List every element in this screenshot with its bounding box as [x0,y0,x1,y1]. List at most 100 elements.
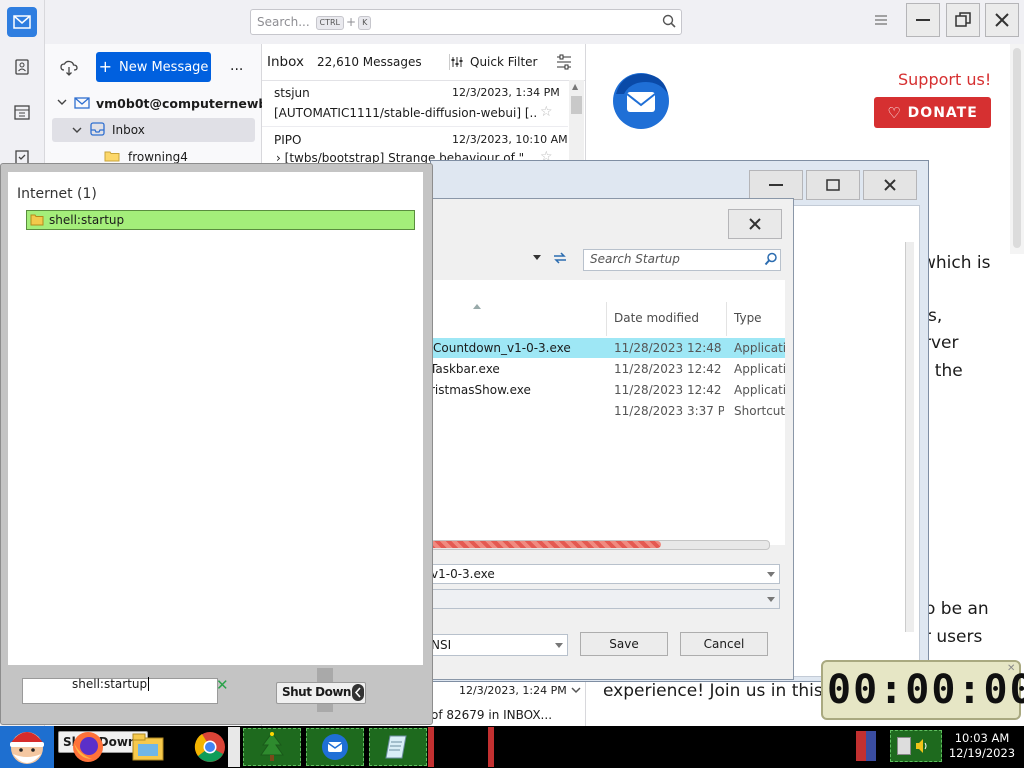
chevron-down-icon[interactable] [72,126,82,134]
calendar-icon[interactable] [7,97,37,127]
close-button[interactable] [985,3,1019,37]
search-icon[interactable] [764,252,778,266]
inbox-folder[interactable]: Inbox [52,118,255,142]
shutdown-arrow-icon[interactable] [352,684,364,701]
subfolder-label[interactable]: frowning4 [128,150,188,164]
heart-icon: ♡ [887,103,902,122]
start-button[interactable] [0,726,54,768]
column-header-date[interactable]: Date modified [614,311,699,325]
progress-bar-fill [430,541,661,548]
run-command-input[interactable]: shell:startup [22,677,218,704]
file-name: Countdown_v1-0-3.exe [433,341,571,355]
file-row[interactable]: 11/28/2023 3:37 PM Shortcut [430,401,785,421]
taskbar-marker [488,727,494,767]
refresh-icon[interactable] [552,251,568,265]
restore-button[interactable] [946,3,980,37]
taskbar-separator [228,727,240,767]
notepad-taskbar-app[interactable] [369,728,427,766]
minimize-button[interactable] [906,3,940,37]
file-type: Shortcut [734,404,785,418]
shutdown-button[interactable]: Shut Down [276,682,366,704]
christmas-tree-app[interactable] [243,728,301,766]
body-text-fragment: o be an [925,599,989,619]
close-icon[interactable]: ✕ [1007,663,1015,674]
dialog-close-button[interactable] [728,209,782,239]
scroll-thumb[interactable] [1013,48,1021,248]
run-result-item[interactable]: shell:startup [26,210,415,230]
ctrl-key-hint: CTRL [315,15,344,30]
scroll-thumb[interactable] [571,96,582,114]
search-placeholder: Search... CTRL + K [257,15,373,30]
maximize-button[interactable] [806,170,860,200]
volume-icon[interactable] [915,737,929,755]
file-name-value: v1-0-3.exe [431,567,495,581]
message-count: 22,610 Messages [317,55,422,69]
file-date: 11/28/2023 12:48 ... [614,341,724,355]
folder-title: Inbox [267,54,304,70]
save-button[interactable]: Save [580,632,668,656]
quick-filter-button[interactable]: Quick Filter [470,55,537,69]
chevron-down-icon[interactable] [57,98,67,106]
folder-pane-menu-button[interactable]: ... [230,58,243,74]
file-name-input[interactable]: v1-0-3.exe [430,564,780,584]
folder-icon [30,213,44,226]
app-menu-icon[interactable] [874,14,888,26]
mail-space-icon[interactable] [7,7,37,37]
donate-button[interactable]: ♡ DONATE [874,97,991,128]
address-book-icon[interactable] [7,52,37,82]
chevron-down-icon[interactable] [555,643,563,648]
file-row[interactable]: Taskbar.exe 11/28/2023 12:42 ... Applica… [430,359,785,379]
minimize-button[interactable] [749,170,803,200]
body-text-fragment: , the [924,361,963,381]
get-messages-icon[interactable] [60,60,78,76]
star-icon[interactable]: ☆ [540,104,553,120]
close-button[interactable] [863,170,917,200]
new-message-button[interactable]: + New Message [96,52,211,82]
thread-row[interactable]: stsjun 12/3/2023, 1:34 PM [AUTOMATIC1111… [262,80,568,127]
support-heading: Support us! [898,70,992,89]
encoding-value: NSI [431,638,452,652]
chevron-down-icon[interactable] [767,597,775,602]
inbox-icon [90,122,105,136]
file-row[interactable]: Countdown_v1-0-3.exe 11/28/2023 12:48 ..… [430,338,785,358]
column-header-type[interactable]: Type [734,311,762,325]
thread-options-icon[interactable] [556,54,572,70]
file-row[interactable]: ristmasShow.exe 11/28/2023 12:42 ... App… [430,380,785,400]
global-search-input[interactable]: Search... CTRL + K [250,9,682,35]
account-name[interactable]: vm0b0t@computernewb... [96,96,282,111]
scroll-down-icon[interactable] [571,686,581,694]
file-name: Taskbar.exe [430,362,500,376]
network-icon[interactable] [897,737,911,755]
thread-sender: stsjun [274,86,310,100]
thread-date: 12/3/2023, 10:10 AM [452,133,568,146]
santa-icon [10,732,44,764]
chrome-icon[interactable] [192,729,228,765]
thread-scrollbar[interactable]: ▲ [569,80,584,170]
dialog-scrollbar[interactable] [905,242,914,632]
thread-date: 12/3/2023, 1:24 PM [459,684,567,697]
countdown-widget[interactable]: 00:00:00 ✕ [821,660,1024,720]
sort-arrow-icon [473,304,481,309]
firefox-icon[interactable] [70,729,106,765]
chevron-down-icon[interactable] [767,572,775,577]
encoding-select[interactable]: NSI [430,634,568,656]
tray-flag-icon[interactable] [856,731,876,761]
file-explorer-icon[interactable] [130,730,166,764]
filter-icon [450,55,464,69]
shutdown-label: Shut Down [282,685,351,699]
clear-input-icon[interactable]: ✕ [216,676,229,694]
message-scrollbar[interactable] [1010,44,1024,254]
body-text-fragment: experience! Join us in this c [603,681,838,701]
scroll-up-icon[interactable]: ▲ [572,82,578,91]
column-divider [606,302,607,336]
path-dropdown-icon[interactable] [533,255,541,261]
search-startup-input[interactable]: Search Startup [583,249,781,271]
clock-date: 12/19/2023 [948,746,1016,760]
file-type: Applicatio [734,341,785,355]
taskbar-clock[interactable]: 10:03 AM 12/19/2023 [942,731,1022,765]
save-as-type-select[interactable] [430,589,780,609]
cancel-button[interactable]: Cancel [680,632,768,656]
thunderbird-taskbar-app[interactable] [306,728,364,766]
system-tray[interactable] [890,730,942,762]
plus-icon: + [98,57,112,76]
